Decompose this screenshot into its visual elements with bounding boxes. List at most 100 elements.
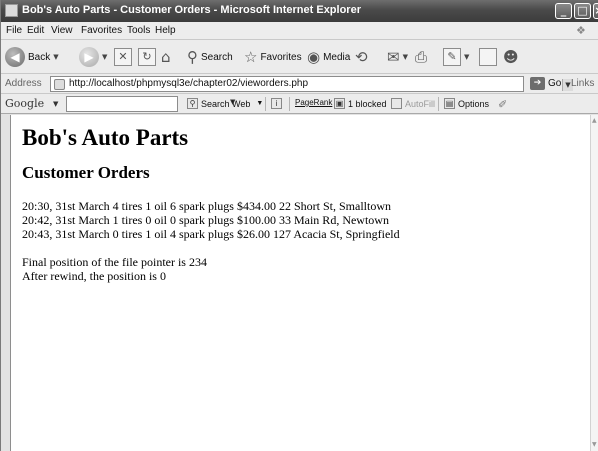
media-label: Media [323,51,351,63]
window-title: Bob's Auto Parts - Customer Orders - Mic… [22,4,361,16]
address-input[interactable]: http://localhost/phpmysql3e/chapter02/vi… [50,76,573,92]
messenger-icon: ☻ [503,48,519,66]
pagerank-label: PageRank [295,98,333,107]
scroll-down-icon[interactable]: ▼ [592,441,597,448]
go-button[interactable]: ➔ Go [530,77,561,90]
browser-window: Bob's Auto Parts - Customer Orders - Mic… [0,0,598,451]
chevron-down-icon[interactable]: ▼ [53,100,58,108]
minimize-button[interactable]: _ [555,3,572,19]
autofill-button[interactable]: AutoFill [391,98,435,109]
page-info-icon: i [271,98,282,109]
back-button[interactable]: ◀ Back ▼ [5,45,59,69]
address-bar: Address http://localhost/phpmysql3e/chap… [1,74,598,94]
edit-button[interactable]: ✎ ▼ [443,45,469,69]
google-toolbar: Google ▼ ▼ ⚲ Search Web ▼ i PageRank ▣ 1… [1,94,598,114]
close-button[interactable]: × [593,3,598,19]
menu-edit[interactable]: Edit [27,25,44,36]
back-label: Back [28,51,51,63]
menu-bar: File Edit View Favorites Tools Help ❖ [1,22,598,40]
chevron-down-icon: ▼ [464,53,470,61]
forward-arrow-icon: ▶ [79,47,99,67]
google-search-input[interactable]: ▼ [66,96,235,112]
standard-toolbar: ◀ Back ▼ ▶ ▼ ✕ ↻ ⌂ ⚲ Search ☆ Favorites … [1,40,598,74]
mail-icon: ✉ [387,48,400,66]
history-button[interactable]: ⟲ [355,45,368,69]
autofill-label: AutoFill [405,98,436,109]
favorites-label: Favorites [260,51,302,63]
file-pointer-notes: Final position of the file pointer is 23… [22,255,207,283]
highlighter-icon: ✐ [498,99,508,111]
star-icon: ☆ [244,48,258,66]
separator [265,97,266,111]
page-icon [54,79,65,90]
forward-button[interactable]: ▶ ▼ [79,45,107,69]
chevron-down-icon: ▼ [256,100,264,107]
search-button[interactable]: ⚲ Search [187,45,233,69]
go-label: Go [548,78,562,89]
search-icon: ⚲ [187,48,198,66]
home-icon: ⌂ [161,48,171,66]
popup-blocker-icon: ▣ [334,98,345,109]
search-web-label: Search Web [201,98,251,109]
options-button[interactable]: ▤ Options [444,98,489,109]
highlight-button[interactable]: ✐ [498,98,507,111]
separator [438,97,439,111]
popup-blocker-button[interactable]: ▣ 1 blocked [334,98,387,109]
mail-button[interactable]: ✉ ▼ [387,45,408,69]
address-url: http://localhost/phpmysql3e/chapter02/vi… [69,78,309,89]
menu-help[interactable]: Help [155,25,176,36]
order-line: 20:30, 31st March 4 tires 1 oil 6 spark … [22,199,391,213]
chevron-down-icon: ▼ [102,53,108,61]
pagerank-indicator: PageRank [295,98,332,107]
page-subtitle: Customer Orders [22,163,150,182]
autofill-icon [391,98,402,109]
maximize-button[interactable]: □ [574,3,591,19]
menu-view[interactable]: View [51,25,73,36]
menu-file[interactable]: File [6,25,22,36]
order-line: 20:43, 31st March 0 tires 1 oil 4 spark … [22,227,400,241]
print-icon: ⎙ [415,48,428,66]
discuss-icon [479,48,497,66]
menu-favorites[interactable]: Favorites [81,25,122,36]
binoculars-icon: ⚲ [187,98,198,109]
title-bar: Bob's Auto Parts - Customer Orders - Mic… [1,0,598,22]
order-list: 20:30, 31st March 4 tires 1 oil 6 spark … [22,199,400,241]
stop-button[interactable]: ✕ [114,45,132,69]
chevron-down-icon: ▼ [53,53,59,61]
final-position-text: Final position of the file pointer is 23… [22,255,207,269]
separator [289,97,290,111]
vertical-scrollbar[interactable]: ▲ ▼ [590,115,598,451]
edit-icon: ✎ [443,48,461,66]
links-button[interactable]: Links [571,78,594,89]
media-button[interactable]: ◉ Media [307,45,350,69]
refresh-button[interactable]: ↻ [138,45,156,69]
favorites-button[interactable]: ☆ Favorites [244,45,302,69]
search-web-button[interactable]: ⚲ Search Web ▼ [187,98,263,109]
history-icon: ⟲ [355,48,368,66]
ie-page-icon [5,4,18,17]
stop-icon: ✕ [114,48,132,66]
page-content: Bob's Auto Parts Customer Orders 20:30, … [10,115,590,451]
scroll-up-icon[interactable]: ▲ [592,117,597,124]
media-icon: ◉ [307,48,321,66]
search-label: Search [201,51,233,63]
blocked-count-label: 1 blocked [348,98,387,109]
options-icon: ▤ [444,98,455,109]
page-info-button[interactable]: i [271,98,285,109]
home-button[interactable]: ⌂ [161,45,171,69]
options-label: Options [458,98,490,109]
after-rewind-text: After rewind, the position is 0 [22,269,166,283]
go-arrow-icon: ➔ [530,77,545,90]
discuss-button[interactable] [479,45,497,69]
refresh-icon: ↻ [138,48,156,66]
back-arrow-icon: ◀ [5,47,25,67]
page-title: Bob's Auto Parts [22,125,189,150]
windows-flag-icon: ❖ [576,24,586,37]
chevron-down-icon: ▼ [402,53,408,61]
menu-tools[interactable]: Tools [127,25,150,36]
print-button[interactable]: ⎙ [415,45,427,69]
messenger-button[interactable]: ☻ [503,45,519,69]
order-line: 20:42, 31st March 1 tires 0 oil 0 spark … [22,213,389,227]
google-logo[interactable]: Google [5,97,44,110]
address-label: Address [5,78,42,89]
